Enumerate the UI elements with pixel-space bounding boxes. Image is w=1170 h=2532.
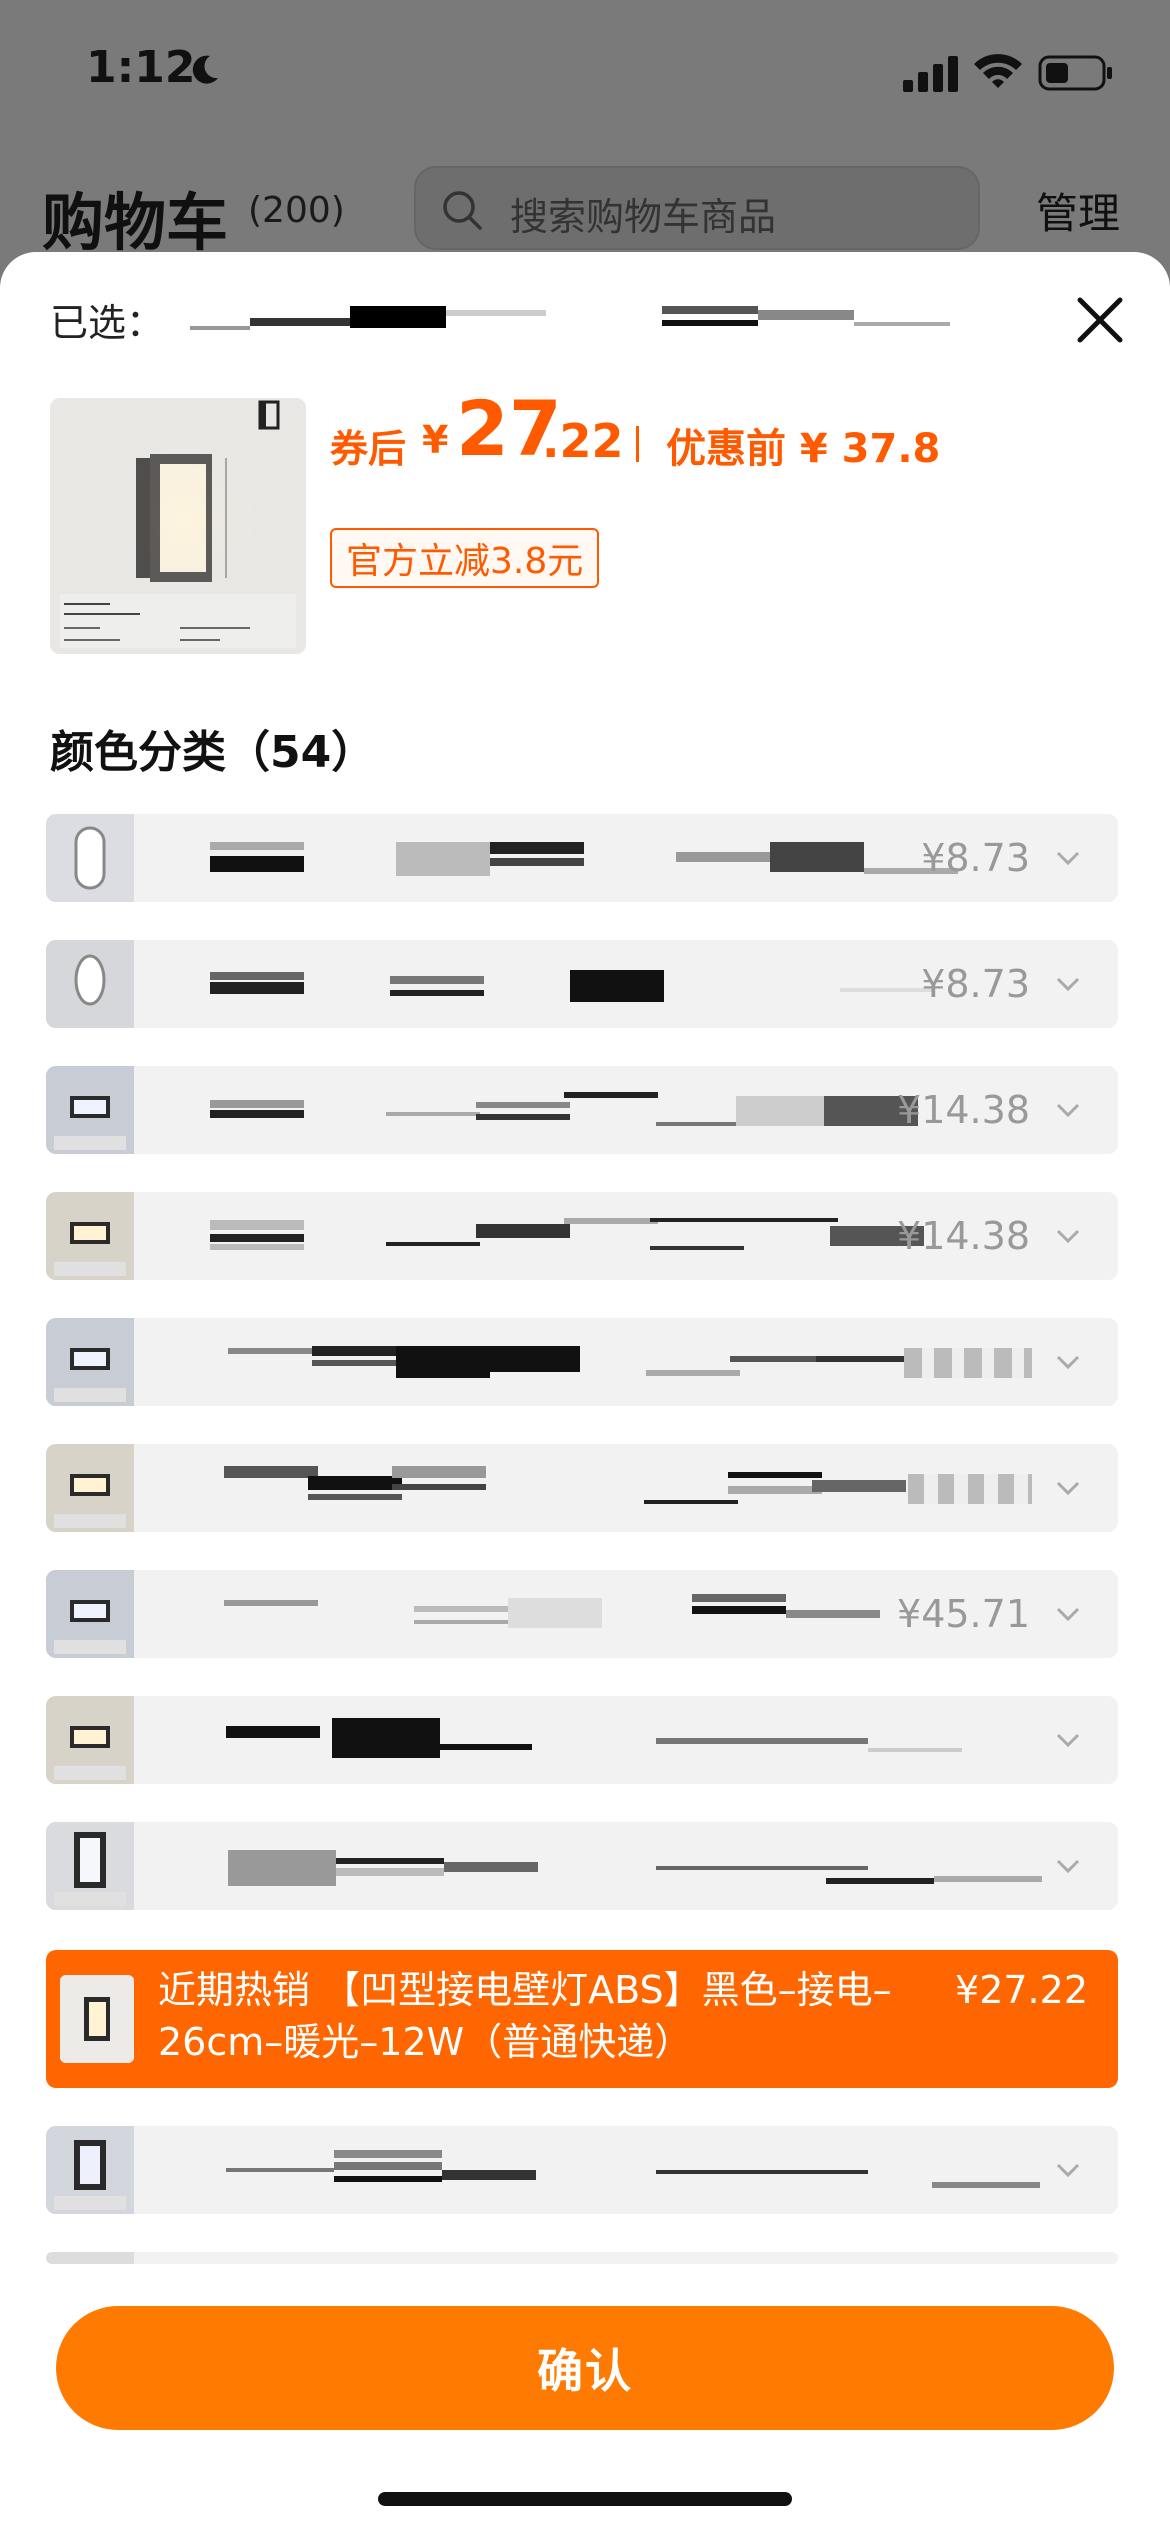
search-icon [443, 191, 482, 230]
variant-option[interactable] [46, 1696, 1118, 1784]
variant-option[interactable] [46, 2252, 1118, 2264]
redacted-text [250, 318, 350, 326]
page-title: 购物车 [42, 186, 229, 259]
variant-price: ¥8.73 [921, 962, 1030, 1006]
confirm-button[interactable]: 确认 [56, 2306, 1114, 2430]
price-divider [636, 426, 639, 462]
variant-price: ¥45.71 [897, 1592, 1030, 1636]
redacted-variant-name [156, 1192, 956, 1280]
redacted-text [190, 326, 250, 330]
redacted-price [904, 1348, 1032, 1378]
redacted-variant-name [156, 1444, 956, 1532]
status-time: 1:12 [86, 42, 196, 93]
selected-label: 已选： [50, 301, 165, 345]
original-price: 优惠前 ¥ 37.8 [666, 426, 941, 472]
cart-count: (200) [248, 190, 345, 231]
battery-icon [1038, 55, 1112, 91]
price-info: 券后 ¥ 27 .22 优惠前 ¥ 37.8 [330, 380, 1130, 480]
redacted-variant-name [156, 1318, 956, 1406]
color-category-title: 颜色分类（54） [50, 727, 376, 778]
variant-option[interactable] [46, 2126, 1118, 2214]
discount-badge: 官方立减3.8元 [330, 528, 600, 588]
chevron-down-icon[interactable] [1054, 844, 1082, 872]
redacted-variant-name [156, 1696, 962, 1784]
cellular-signal-icon [903, 56, 958, 92]
variant-thumbnail [46, 1318, 134, 1406]
moon-icon [192, 55, 218, 84]
variant-thumbnail [60, 1975, 134, 2063]
variant-thumbnail [46, 1696, 134, 1784]
chevron-down-icon[interactable] [1054, 1096, 1082, 1124]
manage-button[interactable]: 管理 [1036, 180, 1120, 241]
redacted-variant-name [156, 1066, 956, 1154]
redacted-text [662, 306, 758, 314]
chevron-down-icon[interactable] [1054, 1222, 1082, 1250]
variant-thumbnail [46, 1444, 134, 1532]
variant-thumbnail [46, 1192, 134, 1280]
variant-option[interactable]: ¥14.38 [46, 1192, 1118, 1280]
home-indicator [378, 2492, 792, 2506]
price-decimal: .22 [542, 414, 624, 468]
chevron-down-icon[interactable] [1054, 1726, 1082, 1754]
variant-price: ¥14.38 [897, 1088, 1030, 1132]
redacted-text [854, 322, 950, 326]
redacted-variant-name [156, 940, 956, 1028]
chevron-down-icon[interactable] [1054, 1852, 1082, 1880]
variant-option[interactable]: ¥8.73 [46, 940, 1118, 1028]
chevron-down-icon[interactable] [1054, 1348, 1082, 1376]
redacted-text [350, 306, 446, 328]
coupon-price-label: 券后 [330, 427, 407, 471]
redacted-text [446, 310, 546, 316]
variant-option[interactable]: ¥14.38 [46, 1066, 1118, 1154]
search-input[interactable]: 搜索购物车商品 [414, 166, 980, 250]
wifi-icon [974, 54, 1022, 88]
variant-price: ¥27.22 [955, 1968, 1088, 2012]
cart-header: 购物车 (200) 搜索购物车商品 管理 [0, 160, 1170, 260]
variant-thumbnail [46, 814, 134, 902]
variant-price: ¥14.38 [897, 1214, 1030, 1258]
sku-selector-sheet: 已选： 券后 ¥ 27 .22 优惠前 ¥ 37.8 官方立减3.8元 颜色分类… [0, 252, 1170, 2532]
variant-thumbnail [46, 2252, 134, 2264]
variant-option[interactable] [46, 1444, 1118, 1532]
product-image[interactable] [50, 398, 306, 654]
status-bar: 1:12 [0, 0, 1170, 150]
redacted-variant-name [156, 1822, 1042, 1910]
selected-summary: 已选： [50, 288, 1120, 348]
redacted-text [662, 320, 758, 326]
chevron-down-icon[interactable] [1054, 2156, 1082, 2184]
currency-symbol: ¥ [422, 418, 449, 462]
redacted-price [908, 1474, 1032, 1504]
redacted-variant-name [156, 814, 958, 902]
variant-thumbnail [46, 940, 134, 1028]
close-icon[interactable] [1072, 292, 1128, 348]
variant-thumbnail [46, 2126, 134, 2214]
redacted-text [758, 310, 854, 320]
variant-price: ¥8.73 [921, 836, 1030, 880]
redacted-variant-name [156, 1570, 956, 1658]
variant-option[interactable] [46, 1318, 1118, 1406]
chevron-down-icon[interactable] [1054, 1474, 1082, 1502]
variant-option[interactable] [46, 1822, 1118, 1910]
chevron-down-icon[interactable] [1054, 1600, 1082, 1628]
variant-option-selected[interactable]: 近期热销 【凹型接电壁灯ABS】黑色–接电–26cm–暖光–12W（普通快递） … [46, 1950, 1118, 2088]
wall-lamp-illustration [50, 398, 306, 654]
variant-thumbnail [46, 1822, 134, 1910]
variant-thumbnail [46, 1066, 134, 1154]
variant-thumbnail [46, 1570, 134, 1658]
variant-option[interactable]: ¥8.73 [46, 814, 1118, 902]
redacted-variant-name [156, 2126, 1040, 2214]
search-placeholder: 搜索购物车商品 [510, 195, 777, 239]
chevron-down-icon[interactable] [1054, 970, 1082, 998]
variant-option[interactable]: ¥45.71 [46, 1570, 1118, 1658]
variant-name: 近期热销 【凹型接电壁灯ABS】黑色–接电–26cm–暖光–12W（普通快递） [158, 1968, 892, 2064]
